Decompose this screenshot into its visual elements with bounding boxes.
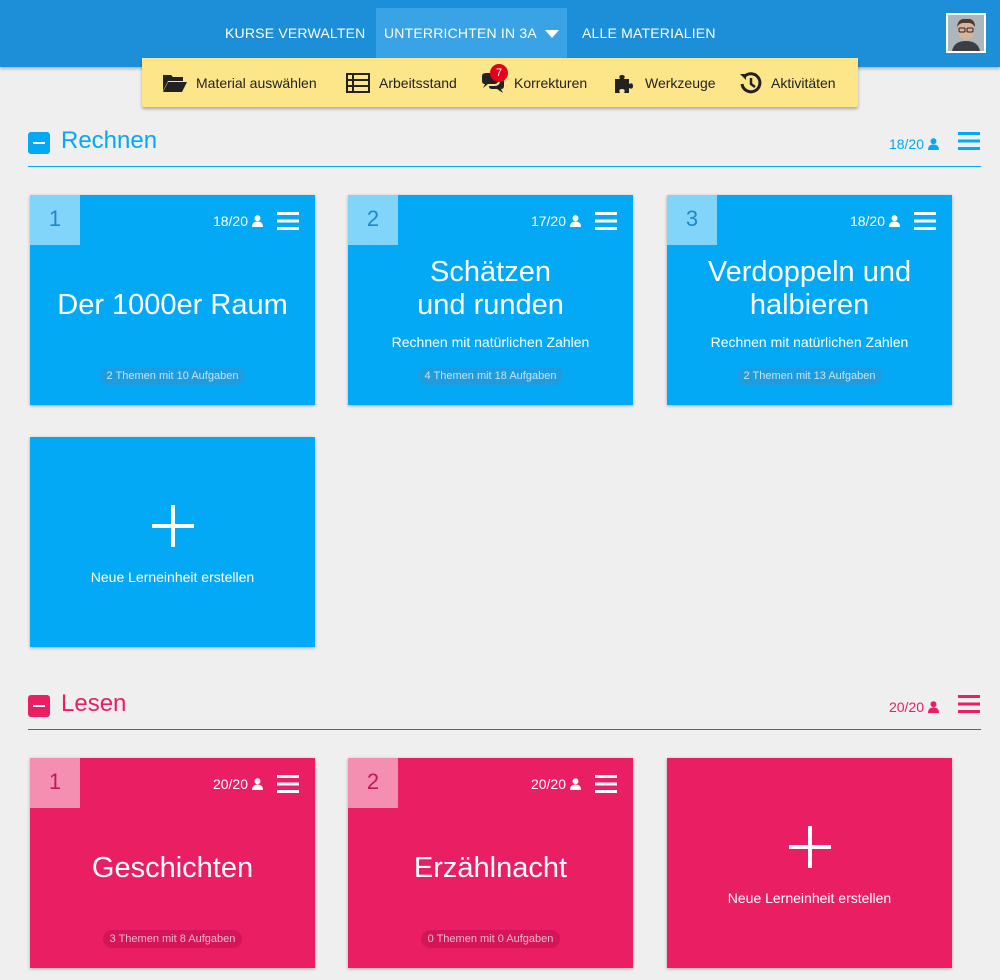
count-value: 18/20 bbox=[212, 213, 248, 229]
new-lesson-label: Neue Lerneinheit erstellen bbox=[90, 569, 255, 585]
new-lesson-label: Neue Lerneinheit erstellen bbox=[727, 890, 892, 906]
card-student-count: 18/20 bbox=[213, 213, 263, 229]
tool-label: Aktivitäten bbox=[771, 74, 836, 91]
card-title: Verdoppeln und halbieren bbox=[707, 256, 912, 321]
card-topics-pill: 3 Themen mit 8 Aufgaben bbox=[102, 930, 243, 948]
folder-open-icon bbox=[163, 74, 187, 92]
card-number: 1 bbox=[30, 758, 80, 808]
tool-korrekturen[interactable]: 7 Korrekturen bbox=[480, 58, 587, 107]
count-value: 20/20 bbox=[530, 776, 566, 792]
tool-label: Material auswählen bbox=[196, 74, 317, 91]
card-subtitle: Rechnen mit natürlichen Zahlen bbox=[391, 334, 590, 350]
plus-icon bbox=[151, 505, 194, 547]
history-icon bbox=[740, 71, 762, 93]
collapse-icon[interactable] bbox=[28, 132, 50, 154]
user-icon bbox=[252, 778, 263, 790]
card-topics-pill: 0 Themen mit 0 Aufgaben bbox=[420, 930, 561, 948]
card-student-count: 18/20 bbox=[850, 213, 900, 229]
puzzle-icon bbox=[615, 74, 633, 93]
tool-label: Werkzeuge bbox=[645, 74, 716, 91]
card-menu-icon[interactable] bbox=[914, 212, 936, 230]
card-student-count: 17/20 bbox=[531, 213, 581, 229]
card-number: 3 bbox=[667, 195, 717, 245]
section-title: Lesen bbox=[61, 690, 127, 717]
card-number: 2 bbox=[348, 195, 398, 245]
card-student-count: 20/20 bbox=[531, 776, 581, 792]
tool-werkzeuge[interactable]: Werkzeuge bbox=[613, 58, 716, 107]
card-title: Erzählnacht bbox=[413, 852, 568, 884]
section-title: Rechnen bbox=[61, 127, 158, 154]
user-icon bbox=[252, 215, 263, 227]
card-title: Der 1000er Raum bbox=[57, 289, 288, 321]
tool-arbeitsstand[interactable]: Arbeitsstand bbox=[345, 58, 457, 107]
nav-kurse-verwalten[interactable]: KURSE VERWALTEN bbox=[225, 8, 365, 58]
user-icon bbox=[889, 215, 900, 227]
user-icon bbox=[570, 778, 581, 790]
lesson-card[interactable]: 1 18/20 Der 1000er Raum 2 Themen mit 10 … bbox=[30, 195, 315, 405]
tool-label: Korrekturen bbox=[514, 74, 588, 91]
card-number: 2 bbox=[348, 758, 398, 808]
lesson-card[interactable]: 2 20/20 Erzählnacht 0 Themen mit 0 Aufga… bbox=[348, 758, 633, 968]
plus-icon bbox=[788, 826, 831, 868]
card-topics-pill: 2 Themen mit 13 Aufgaben bbox=[736, 367, 883, 385]
comments-icon-wrap: 7 bbox=[480, 63, 508, 94]
new-lesson-card[interactable]: Neue Lerneinheit erstellen bbox=[667, 758, 952, 968]
card-menu-icon[interactable] bbox=[277, 212, 299, 230]
card-menu-icon[interactable] bbox=[595, 212, 617, 230]
section-menu-icon[interactable] bbox=[958, 695, 980, 713]
count-value: 17/20 bbox=[530, 213, 566, 229]
lesson-card[interactable]: 1 20/20 Geschichten 3 Themen mit 8 Aufga… bbox=[30, 758, 315, 968]
card-title: Geschichten bbox=[91, 852, 254, 884]
card-menu-icon[interactable] bbox=[595, 775, 617, 793]
lesson-card[interactable]: 2 17/20 Schätzen und runden Rechnen mit … bbox=[348, 195, 633, 405]
teaching-toolbar: Material auswählen Arbeitsstand 7 Korrek… bbox=[142, 58, 858, 107]
section-header-lesen: Lesen 20/20 bbox=[28, 687, 981, 730]
section-header-rechnen: Rechnen 18/20 bbox=[28, 124, 981, 167]
section-student-count: 18/20 bbox=[889, 136, 939, 152]
count-value: 20/20 bbox=[212, 776, 248, 792]
count-value: 20/20 bbox=[888, 699, 924, 715]
card-subtitle: Rechnen mit natürlichen Zahlen bbox=[710, 334, 909, 350]
user-avatar[interactable] bbox=[946, 13, 986, 53]
user-icon bbox=[928, 701, 939, 713]
avatar-portrait-icon bbox=[948, 15, 984, 51]
section-student-count: 20/20 bbox=[889, 699, 939, 715]
card-title: Schätzen und runden bbox=[417, 256, 564, 321]
new-lesson-card[interactable]: Neue Lerneinheit erstellen bbox=[30, 437, 315, 647]
card-student-count: 20/20 bbox=[213, 776, 263, 792]
card-topics-pill: 4 Themen mit 18 Aufgaben bbox=[417, 367, 564, 385]
card-topics-pill: 2 Themen mit 10 Aufgaben bbox=[99, 367, 246, 385]
count-value: 18/20 bbox=[849, 213, 885, 229]
nav-unterrichten-dropdown[interactable]: UNTERRICHTEN IN 3A bbox=[376, 8, 567, 58]
tool-label: Arbeitsstand bbox=[379, 74, 457, 91]
section-divider bbox=[28, 729, 981, 730]
list-table-icon bbox=[346, 72, 370, 93]
corrections-badge: 7 bbox=[490, 63, 508, 82]
top-navigation-bar: KURSE VERWALTEN UNTERRICHTEN IN 3A ALLE … bbox=[0, 0, 1000, 67]
caret-down-icon bbox=[544, 30, 559, 39]
collapse-icon[interactable] bbox=[28, 695, 50, 717]
count-value: 18/20 bbox=[888, 136, 924, 152]
user-icon bbox=[928, 138, 939, 150]
user-icon bbox=[570, 215, 581, 227]
section-menu-icon[interactable] bbox=[958, 132, 980, 150]
lesson-card[interactable]: 3 18/20 Verdoppeln und halbieren Rechnen… bbox=[667, 195, 952, 405]
tool-aktivitaeten[interactable]: Aktivitäten bbox=[739, 58, 836, 107]
nav-unterrichten-label: UNTERRICHTEN IN 3A bbox=[384, 25, 537, 41]
tool-material-auswaehlen[interactable]: Material auswählen bbox=[162, 58, 317, 107]
card-number: 1 bbox=[30, 195, 80, 245]
nav-alle-materialien[interactable]: ALLE MATERIALIEN bbox=[582, 8, 716, 58]
section-divider bbox=[28, 166, 981, 167]
card-menu-icon[interactable] bbox=[277, 775, 299, 793]
